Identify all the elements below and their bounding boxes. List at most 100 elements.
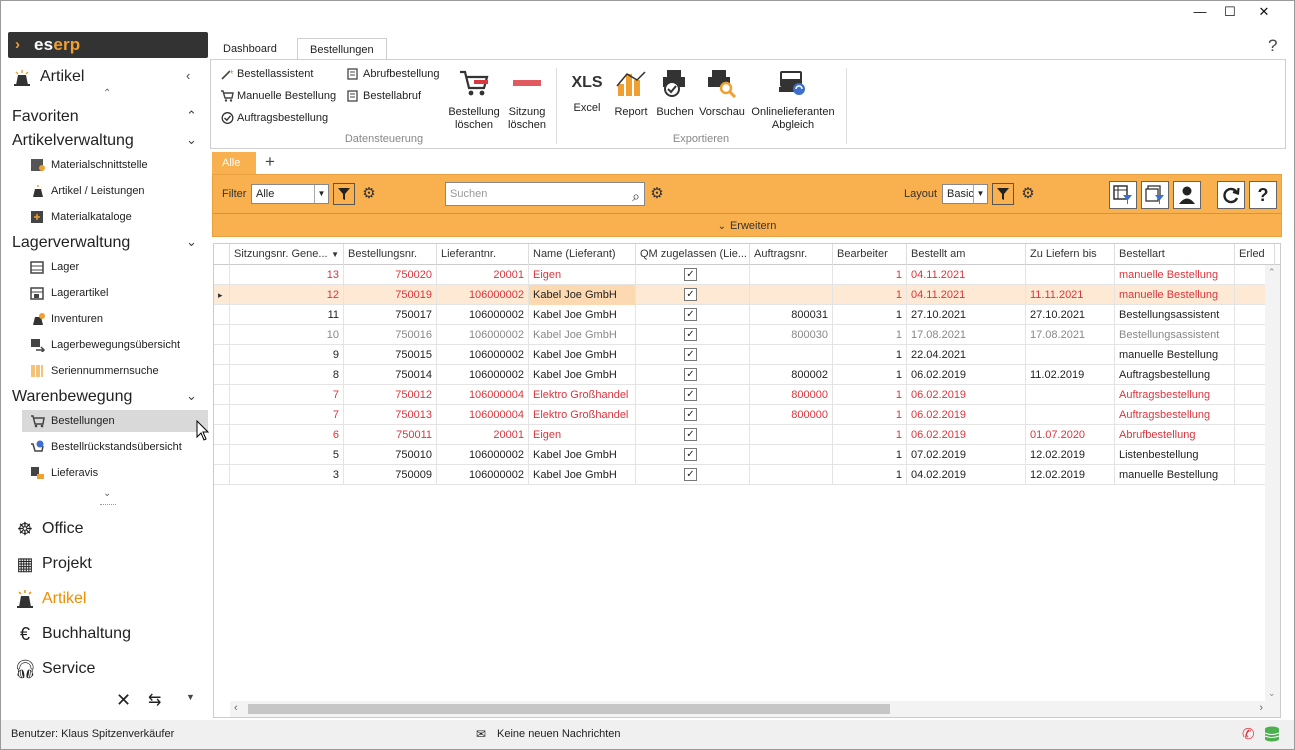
table-cell[interactable]	[750, 445, 833, 465]
table-cell[interactable]: 1	[833, 425, 907, 445]
table-cell[interactable]: Kabel Joe GmbH	[529, 465, 636, 485]
table-row[interactable]: 10 750016 106000002 Kabel Joe GmbH ✓ 800030 1 1…	[214, 325, 1275, 345]
table-row[interactable]: 13 750020 20001 Eigen ✓ 1 04.11.2021 manuelle B…	[214, 265, 1275, 285]
scroll-right-icon[interactable]: ›	[1259, 702, 1263, 714]
table-cell[interactable]: 750011	[344, 425, 437, 445]
table-cell[interactable]: manuelle Bestellung	[1115, 285, 1235, 305]
vorschau-button[interactable]: Vorschau	[699, 68, 745, 119]
table-row[interactable]: 11 750017 106000002 Kabel Joe GmbH ✓ 800031 1 2…	[214, 305, 1275, 325]
column-header[interactable]: Sitzungsnr. Gene... ▼	[230, 244, 344, 265]
table-cell[interactable]: 12.02.2019	[1026, 465, 1115, 485]
column-header[interactable]: QM zugelassen (Lie...	[636, 244, 750, 265]
table-row[interactable]: 7 750012 106000004 Elektro Großhandel ✓ 80000…	[214, 385, 1275, 405]
vertical-scrollbar[interactable]: ⌃ ⌄	[1265, 265, 1280, 717]
table-cell[interactable]: Eigen	[529, 425, 636, 445]
section-favoriten[interactable]: Favoriten ⌃	[12, 108, 202, 126]
row-indicator[interactable]: ▸	[214, 285, 230, 305]
table-cell[interactable]: 17.08.2021	[907, 325, 1026, 345]
table-cell[interactable]: 106000004	[437, 405, 529, 425]
qm-checkbox[interactable]: ✓	[684, 308, 697, 321]
table-cell[interactable]: Bestellungsassistent	[1115, 305, 1235, 325]
table-cell[interactable]: 750009	[344, 465, 437, 485]
sidebar-item-lager[interactable]: Lager	[30, 256, 208, 278]
database-icon[interactable]	[1264, 726, 1280, 742]
chevron-down-icon[interactable]: ⌄	[186, 388, 197, 404]
sidebar-module-header[interactable]: Artikel ‹	[12, 68, 202, 86]
table-cell[interactable]: 106000002	[437, 305, 529, 325]
table-cell[interactable]: 5	[230, 445, 344, 465]
table-cell[interactable]: 7	[230, 405, 344, 425]
sidebar-item-lagerartikel[interactable]: Lagerartikel	[30, 282, 208, 304]
table-cell[interactable]: 04.11.2021	[907, 265, 1026, 285]
horizontal-scroll-thumb[interactable]	[248, 704, 890, 714]
table-cell[interactable]: 04.11.2021	[907, 285, 1026, 305]
multi-filter-button[interactable]	[1141, 181, 1169, 209]
tab-bestellungen[interactable]: Bestellungen	[297, 38, 387, 60]
qm-checkbox-cell[interactable]: ✓	[636, 325, 750, 345]
table-cell[interactable]: Listenbestellung	[1115, 445, 1235, 465]
table-cell[interactable]: manuelle Bestellung	[1115, 345, 1235, 365]
bestellassistent-button[interactable]: Bestellassistent	[221, 65, 313, 83]
module-office[interactable]: ☸ Office	[14, 517, 84, 541]
scroll-up-icon[interactable]: ⌃	[103, 88, 111, 99]
table-cell[interactable]: 3	[230, 465, 344, 485]
chevron-down-icon[interactable]: ⌄	[186, 132, 197, 148]
table-cell[interactable]: Auftragsbestellung	[1115, 385, 1235, 405]
table-cell[interactable]: Kabel Joe GmbH	[529, 305, 636, 325]
search-settings-gear-icon[interactable]: ⚙	[649, 186, 665, 202]
table-cell[interactable]: 750013	[344, 405, 437, 425]
column-header[interactable]: Lieferantnr.	[437, 244, 529, 265]
qm-checkbox[interactable]: ✓	[684, 288, 697, 301]
table-cell[interactable]: 750014	[344, 365, 437, 385]
table-cell[interactable]: 12	[230, 285, 344, 305]
table-cell[interactable]: Bestellungsassistent	[1115, 325, 1235, 345]
maximize-button[interactable]: ☐	[1218, 4, 1242, 20]
table-cell[interactable]: 1	[833, 305, 907, 325]
qm-checkbox-cell[interactable]: ✓	[636, 405, 750, 425]
table-cell[interactable]: 106000004	[437, 385, 529, 405]
filter-funnel-button[interactable]	[333, 183, 355, 205]
qm-checkbox-cell[interactable]: ✓	[636, 265, 750, 285]
table-cell[interactable]: Kabel Joe GmbH	[529, 285, 636, 305]
sidebar-item-materialschnittstelle[interactable]: Materialschnittstelle	[30, 154, 208, 176]
qm-checkbox-cell[interactable]: ✓	[636, 445, 750, 465]
table-cell[interactable]	[750, 465, 833, 485]
table-cell[interactable]: 1	[833, 265, 907, 285]
table-cell[interactable]: Auftragsbestellung	[1115, 365, 1235, 385]
chevron-up-icon[interactable]: ⌃	[186, 108, 197, 124]
row-indicator[interactable]	[214, 385, 230, 405]
help-icon[interactable]: ?	[1268, 36, 1277, 56]
table-cell[interactable]	[1026, 385, 1115, 405]
refresh-button[interactable]	[1217, 181, 1245, 209]
qm-checkbox[interactable]: ✓	[684, 368, 697, 381]
table-cell[interactable]: Elektro Großhandel	[529, 405, 636, 425]
table-cell[interactable]: 11.02.2019	[1026, 365, 1115, 385]
phone-icon[interactable]: ✆	[1242, 725, 1255, 743]
table-row[interactable]: 8 750014 106000002 Kabel Joe GmbH ✓ 800002 1 06…	[214, 365, 1275, 385]
module-service[interactable]: 🎧︎ Service	[14, 657, 95, 681]
table-cell[interactable]: Kabel Joe GmbH	[529, 345, 636, 365]
sidebar-item-materialkataloge[interactable]: Materialkataloge	[30, 206, 208, 228]
sitzung-loeschen-button[interactable]: Sitzung löschen	[505, 68, 549, 132]
table-cell[interactable]: 750019	[344, 285, 437, 305]
sidebar-item-bestellungen[interactable]: Bestellungen	[22, 410, 208, 432]
add-tab-button[interactable]: +	[262, 152, 278, 174]
qm-checkbox[interactable]: ✓	[684, 268, 697, 281]
table-cell[interactable]: 22.04.2021	[907, 345, 1026, 365]
qm-checkbox-cell[interactable]: ✓	[636, 385, 750, 405]
table-cell[interactable]	[750, 285, 833, 305]
table-cell[interactable]	[1026, 405, 1115, 425]
close-button[interactable]: ✕	[1252, 4, 1276, 20]
scroll-left-icon[interactable]: ‹	[234, 702, 238, 714]
sidebar-item-artikel-leistungen[interactable]: Artikel / Leistungen	[30, 180, 208, 202]
horizontal-scrollbar[interactable]: ‹ ›	[230, 701, 1267, 717]
row-indicator[interactable]	[214, 425, 230, 445]
table-cell[interactable]: manuelle Bestellung	[1115, 265, 1235, 285]
column-header[interactable]: Bestellungsnr.	[344, 244, 437, 265]
table-row[interactable]: 7 750013 106000004 Elektro Großhandel ✓ 80000…	[214, 405, 1275, 425]
scroll-down-icon[interactable]: ⌄	[1268, 688, 1276, 699]
qm-checkbox-cell[interactable]: ✓	[636, 305, 750, 325]
qm-checkbox[interactable]: ✓	[684, 348, 697, 361]
filter-settings-gear-icon[interactable]: ⚙	[361, 186, 377, 202]
report-button[interactable]: Report	[611, 68, 651, 119]
